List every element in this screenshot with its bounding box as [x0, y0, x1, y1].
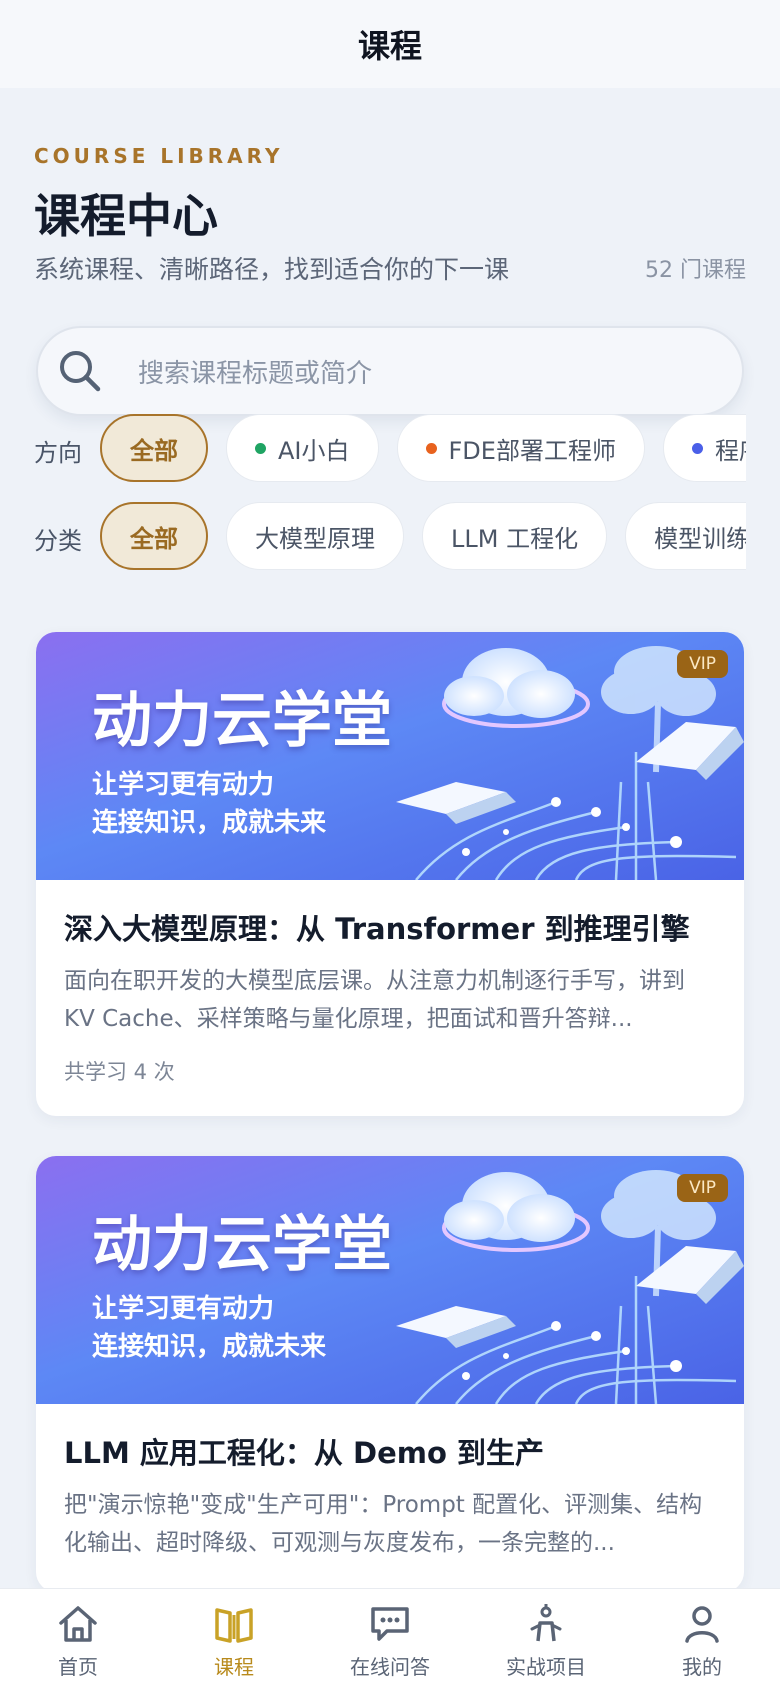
chip-label: FDE部署工程师: [448, 436, 616, 465]
tab-label: 课程: [214, 1655, 254, 1679]
chat-icon: [371, 1607, 409, 1641]
chip-label: LLM 工程化: [451, 524, 579, 553]
banner-slogan: 让学习更有动力: [92, 1294, 275, 1324]
category-chips: 全部 大模型原理 LLM 工程化 模型训练: [100, 502, 746, 570]
banner-slogan: 连接知识，成就未来: [92, 1332, 327, 1362]
main-content: COURSE LIBRARY 课程中心 系统课程、清晰路径，找到适合你的下一课 …: [0, 88, 780, 1588]
course-description: 把"演示惊艳"变成"生产可用"：Prompt 配置化、评测集、结构化输出、超时降…: [64, 1492, 703, 1556]
search-bar[interactable]: 搜索课程标题或简介: [36, 326, 744, 416]
course-title: 深入大模型原理：从 Transformer 到推理引擎: [64, 912, 690, 946]
direction-dot: [691, 442, 703, 454]
project-icon: [530, 1604, 562, 1642]
course-title: LLM 应用工程化：从 Demo 到生产: [64, 1436, 544, 1470]
user-icon: [685, 1606, 719, 1643]
banner-slogan: 连接知识，成就未来: [92, 808, 327, 838]
book-icon: [215, 1608, 253, 1643]
direction-filter-row: 方向 全部 AI小白 FDE部署工程师 程序员: [0, 414, 746, 484]
course-card[interactable]: 动力云学堂 让学习更有动力 连接知识，成就未来 VIP 深入大模型原理：从 Tr…: [36, 632, 744, 1116]
direction-chip-fde[interactable]: FDE部署工程师: [396, 414, 645, 482]
banner-slogan: 让学习更有动力: [92, 770, 275, 800]
course-count: 52 门课程: [645, 258, 746, 283]
search-icon: [56, 347, 104, 395]
tab-courses[interactable]: 课程: [156, 1589, 312, 1688]
tab-qa[interactable]: 在线问答: [312, 1589, 468, 1688]
tab-profile[interactable]: 我的: [624, 1589, 780, 1688]
direction-chip-all[interactable]: 全部: [100, 414, 208, 482]
direction-chip-ai-beginner[interactable]: AI小白: [226, 414, 379, 482]
banner-brand: 动力云学堂: [92, 1210, 392, 1280]
vip-badge: VIP: [677, 1174, 728, 1202]
course-study-count: 共学习 4 次: [64, 1060, 175, 1084]
chip-label: AI小白: [278, 436, 350, 465]
section-eyebrow: COURSE LIBRARY: [34, 144, 284, 168]
category-chip-llm-engineering[interactable]: LLM 工程化: [422, 502, 608, 570]
vip-badge: VIP: [677, 650, 728, 678]
course-banner: 动力云学堂 让学习更有动力 连接知识，成就未来 VIP: [36, 632, 744, 880]
direction-chips: 全部 AI小白 FDE部署工程师 程序员: [100, 414, 746, 482]
chip-label: 全部: [130, 436, 178, 465]
tab-label: 实战项目: [506, 1655, 586, 1679]
direction-chip-programmer[interactable]: 程序员: [662, 414, 746, 482]
chip-label: 全部: [130, 524, 178, 553]
chip-label: 模型训练: [654, 524, 746, 553]
banner-brand: 动力云学堂: [92, 686, 392, 756]
category-chip-llm-principles[interactable]: 大模型原理: [226, 502, 404, 570]
course-card-body: 深入大模型原理：从 Transformer 到推理引擎 面向在职开发的大模型底层…: [36, 880, 744, 1116]
tab-label: 我的: [682, 1655, 722, 1679]
category-filter-label: 分类: [34, 527, 82, 555]
tab-label: 首页: [58, 1655, 98, 1679]
tab-projects[interactable]: 实战项目: [468, 1589, 624, 1688]
direction-dot: [255, 442, 266, 454]
direction-dot: [425, 442, 437, 454]
category-chip-all[interactable]: 全部: [100, 502, 208, 570]
course-card[interactable]: 动力云学堂 让学习更有动力 连接知识，成就未来 VIP LLM 应用工程化：从 …: [36, 1156, 744, 1588]
direction-filter-label: 方向: [34, 439, 82, 467]
section-subtitle: 系统课程、清晰路径，找到适合你的下一课: [34, 255, 510, 284]
course-banner: 动力云学堂 让学习更有动力 连接知识，成就未来 VIP: [36, 1156, 744, 1404]
chip-label: 程序员: [714, 436, 746, 465]
tab-label: 在线问答: [350, 1655, 430, 1679]
top-nav-bar: 课程: [0, 0, 780, 88]
page-title: 课程: [357, 27, 422, 65]
course-card-body: LLM 应用工程化：从 Demo 到生产 把"演示惊艳"变成"生产可用"：Pro…: [36, 1404, 744, 1588]
category-filter-row: 分类 全部 大模型原理 LLM 工程化 模型训练: [0, 502, 746, 572]
bottom-tab-bar: 首页 课程 在线问答 实战项目 我的: [0, 1588, 780, 1688]
course-description: 面向在职开发的大模型底层课。从注意力机制逐行手写，讲到 KV Cache、采样策…: [64, 968, 685, 1032]
section-title: 课程中心: [34, 189, 218, 243]
home-icon: [59, 1606, 97, 1642]
search-input[interactable]: 搜索课程标题或简介: [138, 353, 372, 390]
category-chip-model-training[interactable]: 模型训练: [625, 502, 746, 570]
chip-label: 大模型原理: [255, 524, 375, 553]
tab-home[interactable]: 首页: [0, 1589, 156, 1688]
